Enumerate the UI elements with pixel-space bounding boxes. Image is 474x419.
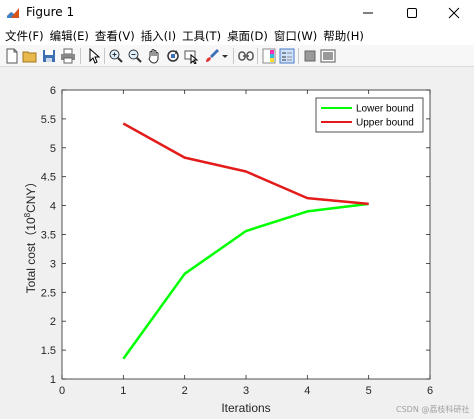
line-chart: 0123456 11.522.533.544.555.56 Iterations… xyxy=(23,85,433,415)
legend-label-upper-bound: Upper bound xyxy=(356,118,414,129)
x-tick-label: 6 xyxy=(427,385,433,397)
close-icon xyxy=(448,7,460,19)
y-tick-label: 2.5 xyxy=(41,287,56,299)
maximize-icon xyxy=(407,8,417,18)
y-axis-label-text: Total cost（10 xyxy=(24,217,38,293)
y-tick-label: 4.5 xyxy=(41,172,56,184)
rotate-3d-icon[interactable] xyxy=(165,48,181,64)
toolbar-separator xyxy=(257,48,258,64)
x-axis-label: Iterations xyxy=(221,401,270,415)
x-tick-label: 0 xyxy=(59,385,65,397)
y-tick-label: 1.5 xyxy=(41,345,56,357)
y-tick-label: 1 xyxy=(50,374,56,386)
y-tick-label: 3.5 xyxy=(41,230,56,242)
x-tick-label: 1 xyxy=(120,385,126,397)
menu-edit[interactable]: 编辑(E) xyxy=(48,28,93,44)
minimize-icon xyxy=(363,12,373,14)
save-icon[interactable] xyxy=(41,48,57,64)
zoom-out-icon[interactable] xyxy=(127,48,143,64)
menu-bar: 文件(F) 编辑(E) 查看(V) 插入(I) 工具(T) 桌面(D) 窗口(W… xyxy=(0,26,474,45)
toolbar-separator xyxy=(80,48,81,64)
print-icon[interactable] xyxy=(60,48,76,64)
figure-canvas: 0123456 1 1.5 2 2.5 3 3.5 4 4.5 5 5.5 6 Iterations… xyxy=(0,67,474,419)
y-tick-label: 3 xyxy=(50,258,56,270)
insert-legend-icon[interactable] xyxy=(279,48,295,64)
x-tick-label: 4 xyxy=(304,385,310,397)
y-axis-label: Total cost（108CNY） xyxy=(23,176,38,294)
menu-desktop[interactable]: 桌面(D) xyxy=(225,28,272,44)
y-tick-label: 5.5 xyxy=(41,114,56,126)
x-tick-label: 3 xyxy=(243,385,249,397)
y-tick-label: 6 xyxy=(50,85,56,97)
toolbar-separator xyxy=(233,48,234,64)
new-figure-icon[interactable] xyxy=(4,48,20,64)
window-title: Figure 1 xyxy=(26,5,75,19)
insert-colorbar-icon[interactable] xyxy=(261,48,277,64)
open-file-icon[interactable] xyxy=(22,48,38,64)
zoom-in-icon[interactable] xyxy=(108,48,124,64)
x-tick-label: 5 xyxy=(366,385,372,397)
minimize-button[interactable] xyxy=(348,0,388,26)
link-plot-icon[interactable] xyxy=(238,48,254,64)
brush-icon[interactable] xyxy=(204,48,220,64)
menu-file[interactable]: 文件(F) xyxy=(3,28,48,44)
menu-help[interactable]: 帮助(H) xyxy=(321,28,368,44)
edit-plot-arrow-icon[interactable] xyxy=(86,48,102,64)
x-tick-label: 2 xyxy=(182,385,188,397)
watermark: CSDN @荔枝科研社 xyxy=(396,405,470,414)
y-tick-label: 2 xyxy=(50,316,56,328)
show-plot-tools-icon[interactable] xyxy=(320,48,336,64)
legend-label-lower-bound: Lower bound xyxy=(356,104,414,115)
title-bar: Figure 1 xyxy=(0,0,474,26)
legend: Lower bound Upper bound xyxy=(315,97,424,133)
toolbar-separator xyxy=(298,48,299,64)
toolbar-separator xyxy=(104,48,105,64)
data-cursor-icon[interactable] xyxy=(184,48,200,64)
matlab-figure-icon xyxy=(7,8,19,18)
y-axis-label-unit: CNY） xyxy=(24,176,38,213)
y-tick-label: 5 xyxy=(50,143,56,155)
maximize-button[interactable] xyxy=(392,0,432,26)
menu-view[interactable]: 查看(V) xyxy=(93,28,139,44)
close-button[interactable] xyxy=(434,0,474,26)
pan-hand-icon[interactable] xyxy=(146,48,162,64)
brush-dropdown-icon[interactable] xyxy=(221,48,229,64)
menu-window[interactable]: 窗口(W) xyxy=(272,28,321,44)
menu-tools[interactable]: 工具(T) xyxy=(180,28,225,44)
menu-insert[interactable]: 插入(I) xyxy=(139,28,180,44)
plot-axes xyxy=(61,89,431,380)
figure-toolbar xyxy=(0,45,474,67)
y-tick-label: 4 xyxy=(50,201,56,213)
hide-plot-tools-icon[interactable] xyxy=(302,48,318,64)
